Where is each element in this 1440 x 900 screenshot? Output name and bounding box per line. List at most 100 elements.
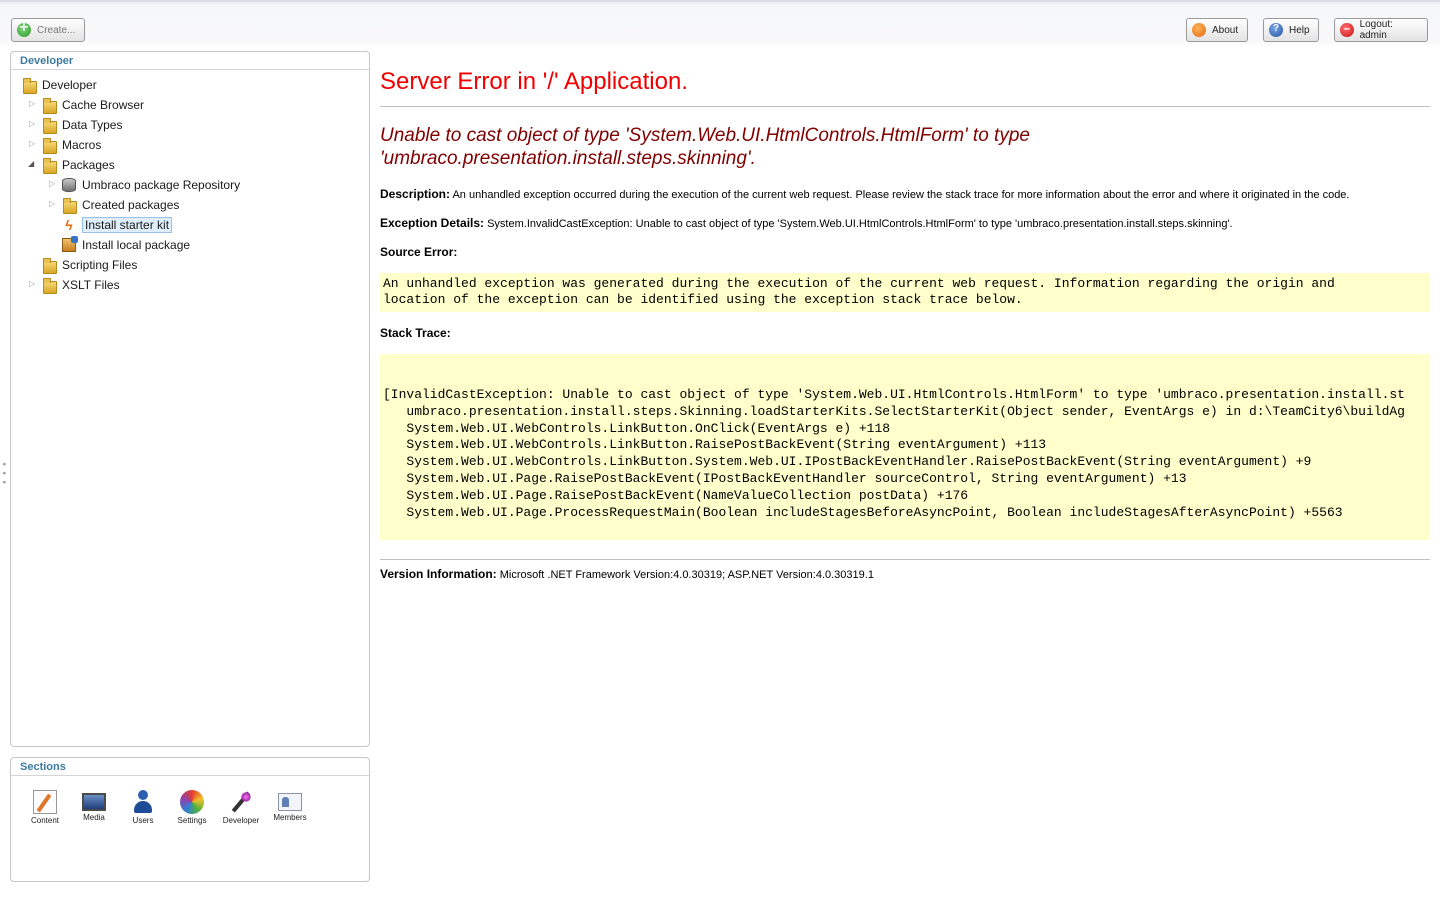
add-icon bbox=[17, 20, 31, 37]
tree-item-label: Macros bbox=[62, 138, 102, 152]
section-label: Members bbox=[273, 813, 307, 822]
folder-icon bbox=[42, 118, 57, 134]
description-row: Description: An unhandled exception occu… bbox=[380, 187, 1430, 202]
tree-item-data-types[interactable]: Data Types bbox=[42, 116, 122, 134]
sections-panel: Sections Content Media Users Settings De… bbox=[10, 757, 370, 882]
collapse-arrow-icon[interactable]: ◢ bbox=[28, 160, 36, 168]
folder-icon bbox=[42, 138, 57, 154]
stack-trace-line: System.Web.UI.Page.RaisePostBackEvent(Na… bbox=[383, 487, 969, 503]
tree-item-created-packages[interactable]: Created packages bbox=[62, 196, 179, 214]
tree-item-label: Packages bbox=[62, 158, 115, 172]
stack-trace-line: System.Web.UI.WebControls.LinkButton.OnC… bbox=[383, 420, 891, 436]
tree-item-macros[interactable]: Macros bbox=[42, 136, 101, 154]
tree-item-umbraco-package-repository[interactable]: Umbraco package Repository bbox=[62, 176, 240, 194]
source-error-line: location of the exception can be identif… bbox=[383, 292, 1023, 307]
error-message-line2: 'umbraco.presentation.install.steps.skin… bbox=[380, 148, 756, 169]
source-error-heading: Source Error: bbox=[380, 245, 1430, 260]
tree-item-label: Cache Browser bbox=[62, 98, 145, 112]
folder-icon bbox=[42, 158, 57, 174]
section-developer[interactable]: Developer bbox=[219, 790, 263, 825]
stack-trace-label: Stack Trace: bbox=[380, 326, 451, 340]
help-button[interactable]: Help bbox=[1263, 18, 1319, 42]
exception-details-row: Exception Details: System.InvalidCastExc… bbox=[380, 216, 1430, 231]
source-error-box: An unhandled exception was generated dur… bbox=[380, 273, 1430, 312]
section-members[interactable]: Members bbox=[268, 790, 312, 822]
folder-icon bbox=[42, 258, 57, 274]
logout-button-label: Logout: admin bbox=[1359, 19, 1393, 41]
members-icon bbox=[278, 793, 302, 811]
tree-item-install-starter-kit[interactable]: ϟ Install starter kit bbox=[62, 216, 173, 234]
users-icon bbox=[131, 790, 155, 814]
exception-details-text: System.InvalidCastException: Unable to c… bbox=[484, 218, 1233, 230]
about-button[interactable]: About bbox=[1186, 18, 1248, 42]
developer-tree-panel: Developer Developer ▷ Cache Browser ▷ Da… bbox=[10, 51, 370, 747]
lightning-bolt-icon: ϟ bbox=[65, 217, 73, 233]
expand-arrow-icon[interactable]: ▷ bbox=[29, 120, 37, 128]
stack-trace-line: System.Web.UI.WebControls.LinkButton.Rai… bbox=[383, 437, 1047, 453]
tree-item-packages[interactable]: Packages bbox=[42, 156, 115, 174]
magic-wand-icon bbox=[229, 790, 253, 814]
expand-arrow-icon[interactable]: ▷ bbox=[29, 100, 37, 108]
panel-splitter-handle[interactable]: ◂ ◂ ◂ bbox=[2, 460, 8, 488]
error-message: Unable to cast object of type 'System.We… bbox=[380, 124, 1430, 170]
top-toolbar: Create... About Help Logout: admin bbox=[0, 0, 1440, 46]
stack-trace-line: umbraco.presentation.install.steps.Skinn… bbox=[383, 403, 1405, 419]
tree-item-developer[interactable]: Developer bbox=[22, 76, 97, 94]
description-label: Description: bbox=[380, 187, 451, 201]
expand-arrow-icon[interactable]: ▷ bbox=[49, 180, 57, 188]
database-icon bbox=[62, 178, 76, 192]
section-label: Media bbox=[83, 813, 105, 822]
error-title: Server Error in '/' Application. bbox=[380, 68, 688, 95]
sections-panel-header: Sections bbox=[11, 758, 369, 776]
section-settings[interactable]: Settings bbox=[170, 790, 214, 825]
version-info-text: Microsoft .NET Framework Version:4.0.303… bbox=[496, 569, 874, 581]
help-button-label: Help bbox=[1289, 24, 1310, 36]
section-content[interactable]: Content bbox=[23, 790, 67, 825]
section-label: Developer bbox=[222, 816, 260, 825]
stack-trace-line: System.Web.UI.WebControls.LinkButton.Sys… bbox=[383, 454, 1312, 470]
folder-icon bbox=[42, 98, 57, 114]
error-message-line1: Unable to cast object of type 'System.We… bbox=[380, 125, 1030, 146]
expand-arrow-icon[interactable]: ▷ bbox=[29, 280, 37, 288]
tree-item-label: Data Types bbox=[62, 118, 123, 132]
tree-item-label: Umbraco package Repository bbox=[82, 178, 241, 192]
sections-list: Content Media Users Settings Developer M… bbox=[11, 776, 369, 876]
section-label: Settings bbox=[177, 816, 207, 825]
tree-item-install-local-package[interactable]: Install local package bbox=[62, 236, 190, 254]
folder-icon bbox=[62, 198, 77, 214]
version-info-row: Version Information: Microsoft .NET Fram… bbox=[380, 567, 1430, 582]
source-error-label: Source Error: bbox=[380, 245, 458, 259]
tree-item-label: Scripting Files bbox=[62, 258, 138, 272]
tree-item-xslt-files[interactable]: XSLT Files bbox=[42, 276, 120, 294]
section-media[interactable]: Media bbox=[72, 790, 116, 822]
create-button-label: Create... bbox=[37, 24, 76, 36]
tree-item-cache-browser[interactable]: Cache Browser bbox=[42, 96, 144, 114]
stack-trace-line: [InvalidCastException: Unable to cast ob… bbox=[383, 387, 1405, 402]
info-icon bbox=[1192, 23, 1206, 37]
media-icon bbox=[82, 793, 106, 811]
tree-item-scripting-files[interactable]: Scripting Files bbox=[42, 256, 137, 274]
tree-item-label: Developer bbox=[42, 78, 97, 92]
folder-icon bbox=[22, 78, 37, 94]
section-users[interactable]: Users bbox=[121, 790, 165, 825]
section-label: Users bbox=[132, 816, 154, 825]
settings-icon bbox=[180, 790, 204, 814]
exception-details-label: Exception Details: bbox=[380, 216, 485, 230]
version-info-label: Version Information: bbox=[380, 567, 497, 581]
section-label: Content bbox=[30, 816, 60, 825]
content-icon bbox=[33, 790, 57, 814]
divider bbox=[380, 559, 1430, 560]
create-button[interactable]: Create... bbox=[11, 18, 85, 42]
tree-item-label: Install local package bbox=[82, 238, 191, 252]
expand-arrow-icon[interactable]: ▷ bbox=[49, 200, 57, 208]
description-text: An unhandled exception occurred during t… bbox=[450, 189, 1350, 201]
logout-button[interactable]: Logout: admin bbox=[1334, 18, 1428, 42]
tree-item-label: Created packages bbox=[82, 198, 180, 212]
tree-item-label: XSLT Files bbox=[62, 278, 120, 292]
package-icon bbox=[62, 236, 78, 252]
expand-arrow-icon[interactable]: ▷ bbox=[29, 140, 37, 148]
divider bbox=[380, 106, 1430, 107]
error-content: Server Error in '/' Application. Unable … bbox=[380, 62, 1430, 582]
stack-trace-box: [InvalidCastException: Unable to cast ob… bbox=[380, 354, 1430, 540]
folder-icon bbox=[42, 278, 57, 294]
